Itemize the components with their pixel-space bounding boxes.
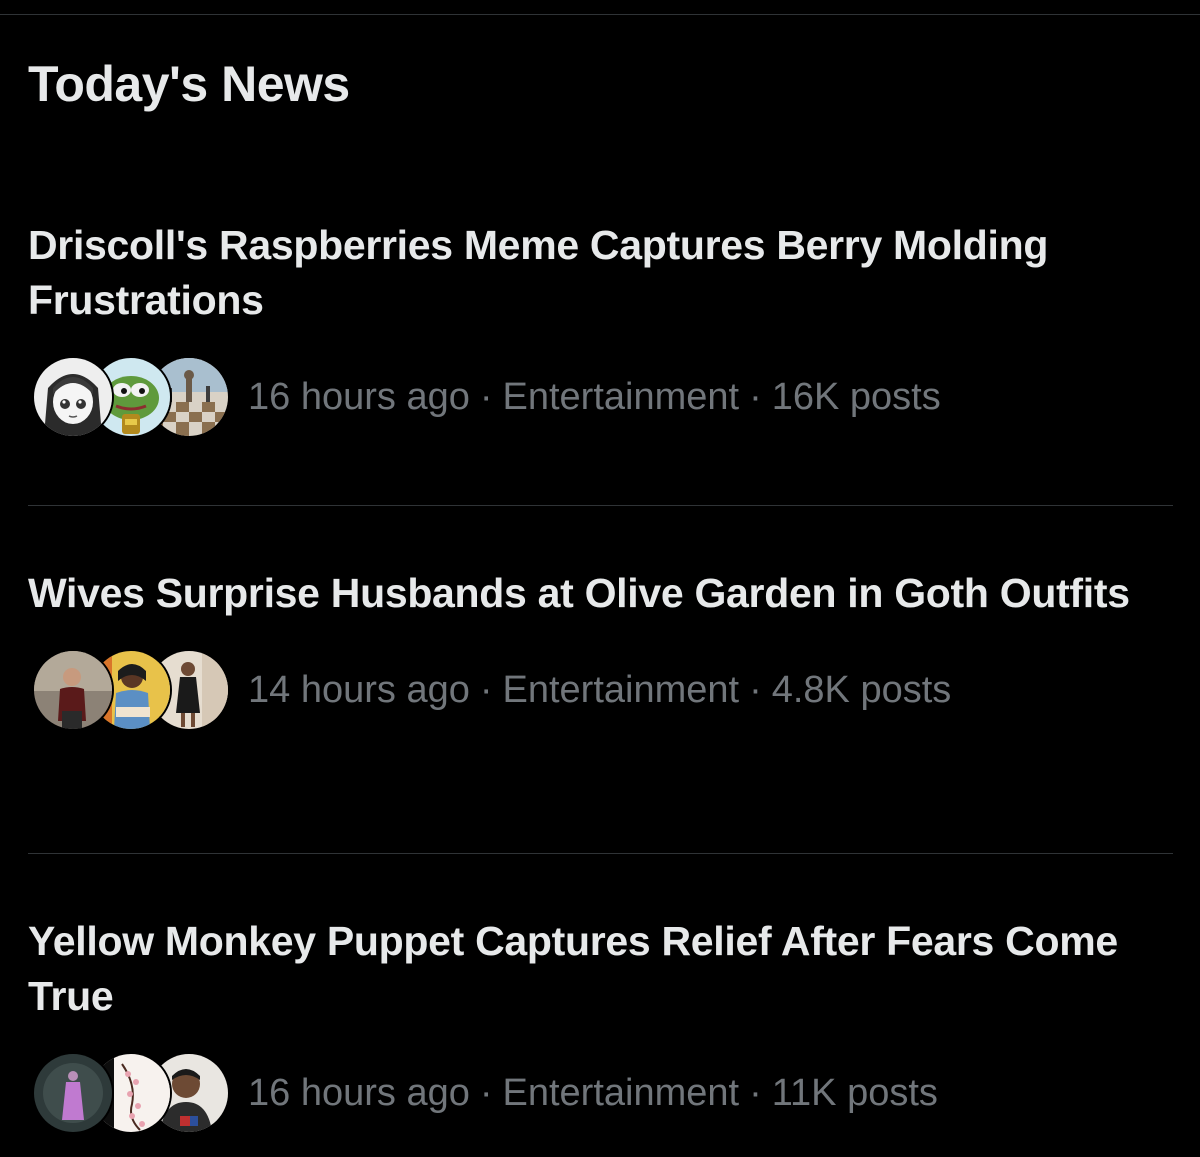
divider [28,853,1173,854]
meta-separator: · [749,1071,762,1114]
news-time: 14 hours ago [248,668,470,711]
news-item[interactable]: Yellow Monkey Puppet Captures Relief Aft… [28,914,1173,1134]
news-meta: 16 hours ago · Entertainment · 11K posts [28,1052,1173,1134]
meta-separator: · [749,375,762,418]
news-meta-text: 16 hours ago · Entertainment · 11K posts [248,1072,938,1115]
news-category: Entertainment [502,1071,740,1114]
news-meta-text: 16 hours ago · Entertainment · 16K posts [248,376,941,419]
avatar-group [28,1052,230,1134]
anime-girl-avatar [32,356,114,438]
top-border [0,14,1200,15]
avatar-group [28,649,230,731]
news-meta: 16 hours ago · Entertainment · 16K posts [28,356,1173,438]
news-meta: 14 hours ago · Entertainment · 4.8K posts [28,649,1173,731]
news-headline[interactable]: Wives Surprise Husbands at Olive Garden … [28,566,1173,621]
meta-separator: · [479,668,493,711]
news-meta-text: 14 hours ago · Entertainment · 4.8K posts [248,669,951,712]
meta-separator: · [749,668,762,711]
meta-separator: · [479,1071,493,1114]
news-category: Entertainment [502,375,740,418]
news-category: Entertainment [502,668,740,711]
news-post-count: 4.8K posts [771,668,952,711]
news-item[interactable]: Driscoll's Raspberries Meme Captures Ber… [28,218,1173,438]
purple-figure-avatar [32,1052,114,1134]
section-title: Today's News [28,56,350,112]
news-post-count: 16K posts [771,375,941,418]
meta-separator: · [479,375,493,418]
news-time: 16 hours ago [248,375,470,418]
news-headline[interactable]: Driscoll's Raspberries Meme Captures Ber… [28,218,1173,328]
news-item[interactable]: Wives Surprise Husbands at Olive Garden … [28,566,1173,731]
news-time: 16 hours ago [248,1071,470,1114]
avatar-group [28,356,230,438]
news-headline[interactable]: Yellow Monkey Puppet Captures Relief Aft… [28,914,1173,1024]
divider [28,505,1173,506]
selfie-woman-avatar [32,649,114,731]
news-post-count: 11K posts [771,1071,938,1114]
